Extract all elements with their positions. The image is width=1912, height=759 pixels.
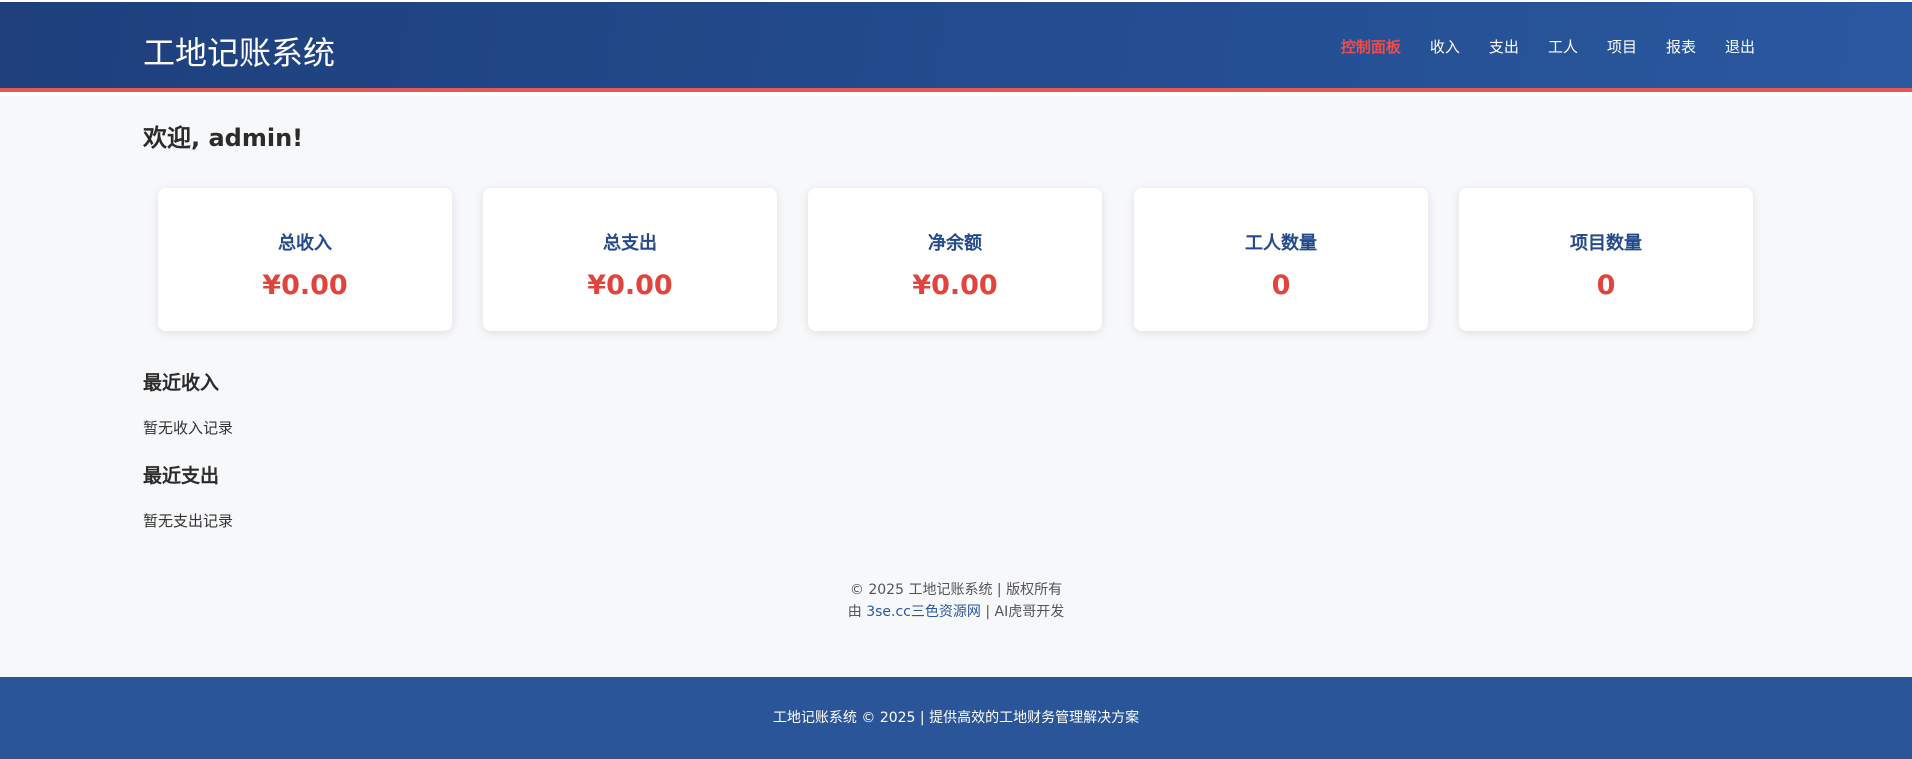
credit-link[interactable]: 3se.cc三色资源网 xyxy=(866,604,981,620)
card-value: ¥0.00 xyxy=(912,270,998,301)
card-total-expense: 总支出 ¥0.00 xyxy=(483,188,777,331)
page: 工地记账系统 控制面板 收入 支出 工人 项目 报表 退出 欢迎, admin!… xyxy=(0,0,1912,759)
main-nav: 控制面板 收入 支出 工人 项目 报表 退出 xyxy=(1312,36,1755,57)
credit-prefix: 由 xyxy=(847,604,867,620)
nav-logout[interactable]: 退出 xyxy=(1725,36,1755,57)
card-net-balance: 净余额 ¥0.00 xyxy=(808,188,1102,331)
card-label: 工人数量 xyxy=(1245,233,1317,254)
nav-projects[interactable]: 项目 xyxy=(1607,36,1637,57)
card-project-count: 项目数量 0 xyxy=(1459,188,1753,331)
card-value: 0 xyxy=(1596,270,1616,301)
copyright-line: © 2025 工地记账系统 | 版权所有 xyxy=(849,582,1063,598)
nav-reports[interactable]: 报表 xyxy=(1666,36,1696,57)
welcome-heading: 欢迎, admin! xyxy=(143,124,304,152)
card-value: ¥0.00 xyxy=(587,270,673,301)
recent-income-title: 最近收入 xyxy=(143,372,220,394)
card-worker-count: 工人数量 0 xyxy=(1134,188,1428,331)
recent-income-empty: 暂无收入记录 xyxy=(143,419,234,437)
main-content: 欢迎, admin! 总收入 ¥0.00 总支出 ¥0.00 净余额 ¥0.00… xyxy=(0,96,1912,677)
credit-line: 由 3se.cc三色资源网 | AI虎哥开发 xyxy=(0,601,1912,621)
brand-title[interactable]: 工地记账系统 xyxy=(143,28,335,74)
credit-suffix: | AI虎哥开发 xyxy=(980,604,1065,620)
card-value: 0 xyxy=(1271,270,1291,301)
recent-expense-title: 最近支出 xyxy=(143,465,220,487)
card-label: 项目数量 xyxy=(1570,233,1642,254)
card-label: 总收入 xyxy=(278,233,332,254)
card-total-income: 总收入 ¥0.00 xyxy=(158,188,452,331)
recent-expense-empty: 暂无支出记录 xyxy=(143,512,234,530)
card-label: 总支出 xyxy=(603,233,657,254)
top-header: 工地记账系统 控制面板 收入 支出 工人 项目 报表 退出 xyxy=(0,2,1912,92)
nav-workers[interactable]: 工人 xyxy=(1548,36,1578,57)
card-label: 净余额 xyxy=(928,233,982,254)
nav-dashboard[interactable]: 控制面板 xyxy=(1341,36,1401,57)
nav-expense[interactable]: 支出 xyxy=(1489,36,1519,57)
nav-income[interactable]: 收入 xyxy=(1430,36,1460,57)
bottom-footer: 工地记账系统 © 2025 | 提供高效的工地财务管理解决方案 xyxy=(0,677,1912,759)
card-value: ¥0.00 xyxy=(262,270,348,301)
footer-text: 工地记账系统 © 2025 | 提供高效的工地财务管理解决方案 xyxy=(772,710,1140,726)
